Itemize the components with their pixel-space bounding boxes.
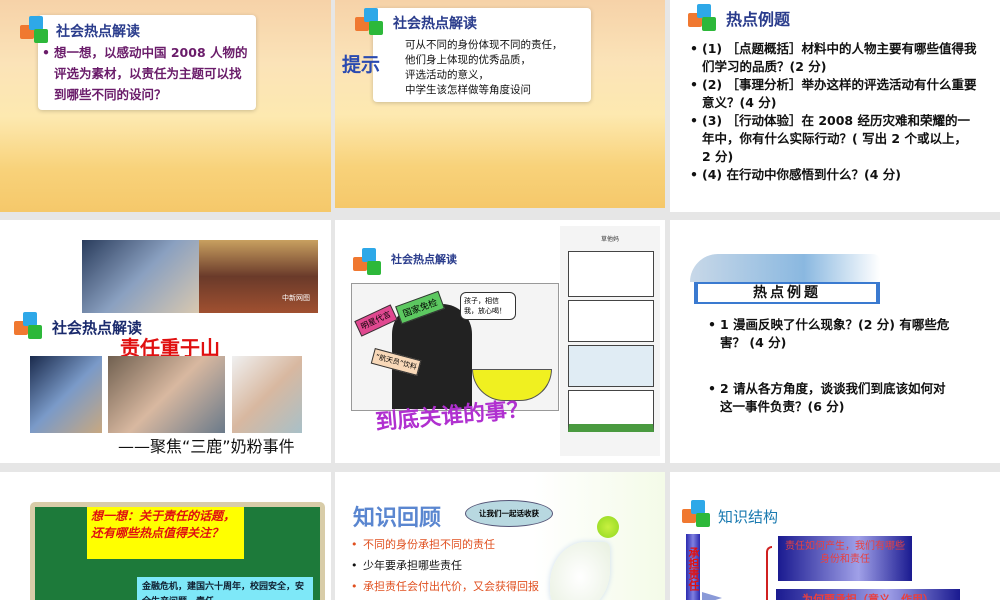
slide-9[interactable]: 知识结构 承担责任 责任如何产生，我们有哪些身份和责任 为何要承担（意义、作用） bbox=[670, 472, 1000, 600]
slide-title: 知识回顾 bbox=[353, 506, 442, 531]
slide-7[interactable]: 想一想：关于责任的话题，还有哪些热点值得关注？ 金融危机，建国六十周年，校园安全… bbox=[0, 472, 331, 600]
slide-title: 社会热点解读 bbox=[391, 253, 457, 266]
hint-line: 评选活动的意义， bbox=[405, 69, 489, 81]
arrow-icon bbox=[702, 592, 722, 600]
slide-4[interactable]: 中新网图 社会热点解读 责任重于山 ——聚焦“三鹿”奶粉事件 bbox=[0, 220, 331, 463]
question-item: 2 请从各方角度，谈谈我们到底该如何对这一事件负责？(6 分) bbox=[706, 380, 956, 416]
question-item: (2) ［事理分析］举办这样的评选活动有什么重要意义？(4 分) bbox=[688, 76, 978, 112]
hint-label: 提示 bbox=[342, 54, 381, 76]
photo-press-conference: 中新网图 bbox=[199, 240, 318, 313]
slide-text: 想一想，以感动中国 2008 人物的评选为素材，以责任为主题可以找到哪些不同的设… bbox=[40, 42, 250, 105]
hint-line: 可从不同的身份体现不同的责任， bbox=[405, 39, 563, 51]
cartoon: 国家免检 明星代言 “航天员”饮料 孩子，相信我，放心喝！ bbox=[351, 283, 559, 411]
question-item: (1) ［点题概括］材料中的人物主要有哪些值得我们学习的品质？(2 分) bbox=[688, 40, 978, 76]
photo-nurse bbox=[232, 356, 302, 433]
strip-title: 草他妈 bbox=[600, 236, 619, 243]
photo-caption: 中新网图 bbox=[282, 294, 310, 302]
bracket bbox=[766, 546, 772, 600]
question-item: (3) ［行动体验］在 2008 经历灾难和荣耀的一年中，你有什么实际行动？( … bbox=[688, 112, 978, 166]
banner-label: 热点例题 bbox=[698, 284, 876, 302]
photo-officers bbox=[30, 356, 102, 433]
comic-strip: 草他妈 bbox=[560, 226, 660, 456]
photo-crying-baby bbox=[108, 356, 225, 433]
review-item: 少年要承担哪些责任 bbox=[349, 555, 579, 576]
photo-inspectors bbox=[82, 240, 199, 313]
cartoon-man-banner bbox=[690, 254, 880, 282]
slide-title: 知识结构 bbox=[718, 508, 779, 526]
review-item: 不同的身份承担不同的责任 bbox=[349, 534, 579, 555]
review-item: 承担责任会付出代价，又会获得回报 bbox=[349, 576, 579, 597]
hint-line: 他们身上体现的优秀品质， bbox=[405, 54, 531, 66]
cubes-icon bbox=[682, 500, 716, 530]
cubes-icon bbox=[688, 4, 722, 34]
slide-title: 社会热点解读 bbox=[393, 16, 477, 32]
banner: 热点例题 bbox=[694, 282, 880, 304]
side-label: 承担责任 bbox=[686, 534, 700, 600]
slide-3[interactable]: 热点例题 (1) ［点题概括］材料中的人物主要有哪些值得我们学习的品质？(2 分… bbox=[670, 0, 1000, 212]
subtitle: ——聚焦“三鹿”奶粉事件 bbox=[118, 437, 295, 456]
question-item: (4) 在行动中你感悟到什么？(4 分) bbox=[688, 166, 978, 184]
slide-title: 社会热点解读 bbox=[56, 24, 140, 40]
cubes-icon bbox=[353, 248, 387, 278]
slide-8[interactable]: 知识回顾 让我们一起话收获 不同的身份承担不同的责任 少年要承担哪些责任 承担责… bbox=[335, 472, 665, 600]
question-box: 想一想：关于责任的话题，还有哪些热点值得关注？ bbox=[87, 507, 244, 559]
topics-box: 金融危机，建国六十周年，校园安全，安全生产问题，责任... bbox=[137, 577, 313, 600]
question-item: 1 漫画反映了什么现象？(2 分) 有哪些危害？ (4 分) bbox=[706, 316, 956, 352]
structure-box-1: 责任如何产生，我们有哪些身份和责任 bbox=[778, 536, 912, 581]
slide-6[interactable]: 热点例题 1 漫画反映了什么现象？(2 分) 有哪些危害？ (4 分) 2 请从… bbox=[670, 220, 1000, 463]
harvest-bubble: 让我们一起话收获 bbox=[465, 500, 553, 527]
speech-bubble: 孩子，相信我，放心喝！ bbox=[460, 292, 516, 320]
green-dot bbox=[597, 516, 619, 538]
slide-5[interactable]: 社会热点解读 国家免检 明星代言 “航天员”饮料 孩子，相信我，放心喝！ 到底关… bbox=[335, 220, 665, 463]
cubes-icon bbox=[14, 312, 48, 342]
slide-1[interactable]: 社会热点解读 想一想，以感动中国 2008 人物的评选为素材，以责任为主题可以找… bbox=[0, 0, 331, 212]
structure-box-2: 为何要承担（意义、作用） bbox=[776, 589, 960, 600]
cubes-icon bbox=[355, 8, 389, 38]
hint-line: 中学生该怎样做等角度设问 bbox=[405, 84, 531, 96]
slide-title: 热点例题 bbox=[726, 10, 791, 29]
slide-2[interactable]: 社会热点解读 提示 可从不同的身份体现不同的责任， 他们身上体现的优秀品质， 评… bbox=[335, 0, 665, 208]
